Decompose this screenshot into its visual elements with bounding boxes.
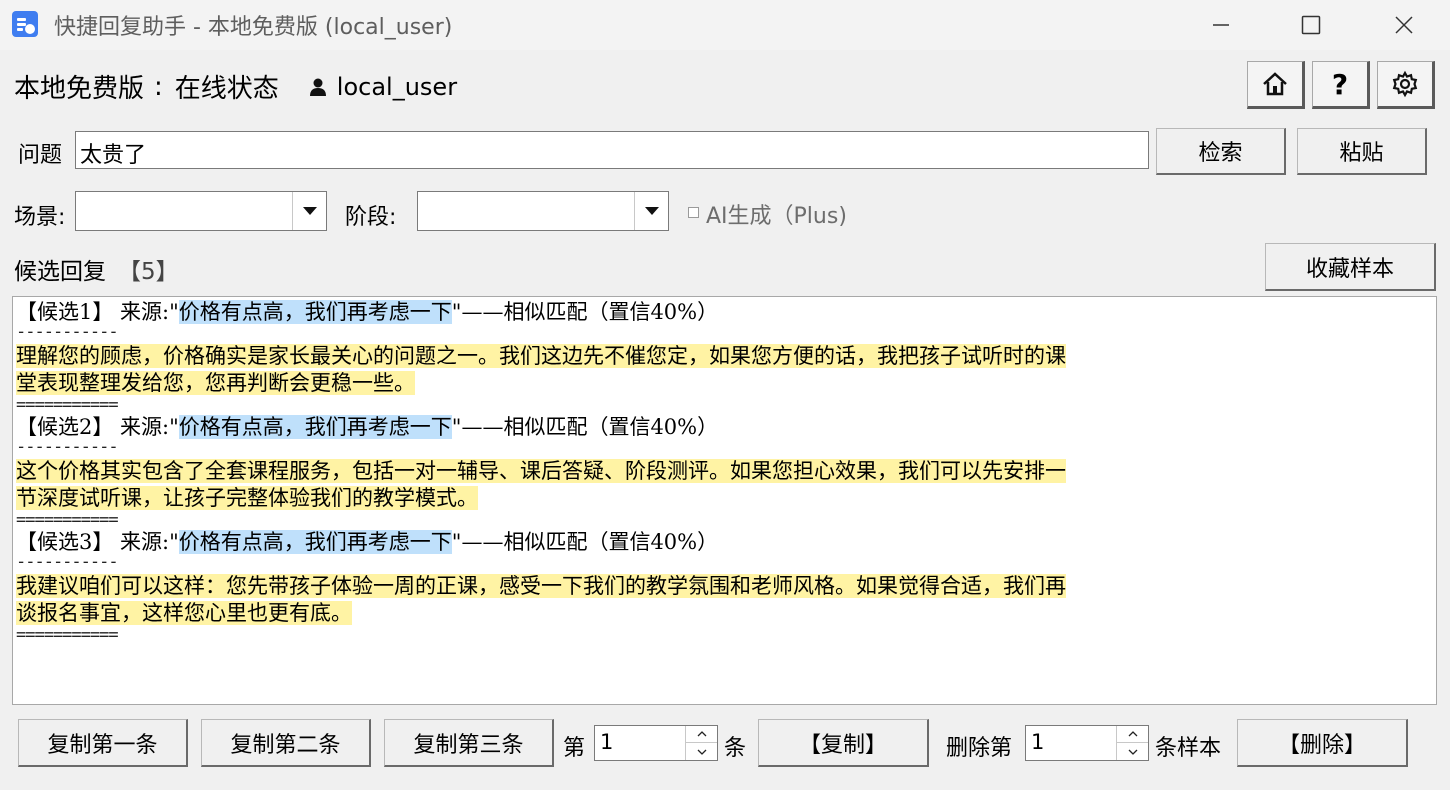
minimize-button[interactable] bbox=[1175, 0, 1267, 50]
username: local_user bbox=[336, 72, 458, 101]
chevron-up-icon[interactable] bbox=[686, 726, 717, 743]
stepper-controls[interactable] bbox=[1116, 726, 1148, 760]
delete-index-stepper[interactable]: 1 bbox=[1025, 725, 1149, 761]
candidate-body: 谈报名事宜，这样您心里也更有底。 bbox=[16, 601, 352, 625]
separator-line: =========== bbox=[16, 395, 119, 415]
copy-second-button[interactable]: 复制第二条 bbox=[201, 719, 371, 767]
question-input[interactable]: 太贵了 bbox=[75, 131, 1149, 169]
separator-line: =========== bbox=[16, 625, 119, 645]
source-highlight: 价格有点高，我们再考虑一下 bbox=[178, 530, 452, 554]
home-button[interactable] bbox=[1247, 61, 1305, 109]
gear-icon bbox=[1392, 70, 1418, 98]
candidates-count: 【5】 bbox=[118, 259, 179, 285]
separator-line: ----------- bbox=[16, 437, 119, 457]
question-label: 问题 bbox=[18, 143, 63, 168]
maximize-button[interactable] bbox=[1265, 0, 1357, 50]
online-status: 在线状态 bbox=[174, 74, 279, 104]
stage-select[interactable] bbox=[417, 191, 669, 231]
help-icon: ? bbox=[1331, 67, 1349, 101]
stage-label: 阶段: bbox=[345, 205, 397, 230]
source-highlight: 价格有点高，我们再考虑一下 bbox=[178, 300, 452, 324]
ai-generate-checkbox[interactable] bbox=[688, 207, 699, 218]
edition-label: 本地免费版 bbox=[14, 74, 145, 104]
scene-select[interactable] bbox=[75, 191, 327, 231]
app-icon bbox=[12, 11, 38, 37]
minimize-icon bbox=[1213, 24, 1229, 26]
ai-generate-label: AI生成（Plus) bbox=[706, 204, 847, 229]
delete-index-value: 1 bbox=[1031, 730, 1045, 754]
delete-suffix-label: 条样本 bbox=[1155, 736, 1222, 761]
chevron-down-icon[interactable] bbox=[292, 192, 326, 230]
search-button[interactable]: 检索 bbox=[1156, 128, 1286, 175]
delete-button[interactable]: 【删除】 bbox=[1237, 719, 1408, 767]
separator-line: =========== bbox=[16, 510, 119, 530]
home-icon bbox=[1263, 72, 1287, 96]
candidate-body: 理解您的顾虑，价格确实是家长最关心的问题之一。我们这边先不催您定，如果您方便的话… bbox=[16, 344, 1066, 368]
candidate-header: 【候选1】 来源:"价格有点高，我们再考虑一下"——相似匹配（置信40%） bbox=[16, 300, 719, 324]
paste-button[interactable]: 粘贴 bbox=[1297, 128, 1427, 175]
copy-first-button[interactable]: 复制第一条 bbox=[18, 719, 188, 767]
title-bar[interactable]: 快捷回复助手 - 本地免费版 (local_user) bbox=[0, 0, 1450, 50]
source-highlight: 价格有点高，我们再考虑一下 bbox=[178, 415, 452, 439]
stepper-controls[interactable] bbox=[685, 726, 717, 760]
copy-index-value: 1 bbox=[600, 730, 614, 754]
chevron-down-icon[interactable] bbox=[634, 192, 668, 230]
candidates-title: 候选回复 bbox=[14, 259, 106, 285]
delete-prefix-label: 删除第 bbox=[946, 736, 1013, 761]
candidate-header: 【候选2】 来源:"价格有点高，我们再考虑一下"——相似匹配（置信40%） bbox=[16, 415, 719, 439]
scene-label: 场景: bbox=[14, 205, 66, 230]
close-icon bbox=[1395, 16, 1413, 34]
window-title: 快捷回复助手 - 本地免费版 (local_user) bbox=[54, 15, 453, 40]
copy-button[interactable]: 【复制】 bbox=[758, 719, 929, 767]
chevron-down-icon[interactable] bbox=[686, 743, 717, 760]
candidate-body: 节深度试听课，让孩子完整体验我们的教学模式。 bbox=[16, 486, 478, 510]
separator-line: ----------- bbox=[16, 552, 119, 572]
nth-prefix-label: 第 bbox=[563, 736, 586, 761]
candidate-replies-text[interactable]: 【候选1】 来源:"价格有点高，我们再考虑一下"——相似匹配（置信40%） --… bbox=[12, 296, 1437, 705]
header-separator: : bbox=[154, 71, 163, 102]
close-button[interactable] bbox=[1358, 0, 1450, 50]
maximize-icon bbox=[1301, 15, 1321, 35]
status-header: 本地免费版 : 在线状态 local_user bbox=[14, 68, 457, 105]
chevron-down-icon[interactable] bbox=[1117, 743, 1148, 760]
user-icon bbox=[309, 78, 326, 96]
nth-suffix-label: 条 bbox=[724, 736, 747, 761]
candidate-body: 堂表现整理发给您，您再判断会更稳一些。 bbox=[16, 371, 415, 395]
copy-third-button[interactable]: 复制第三条 bbox=[384, 719, 554, 767]
settings-button[interactable] bbox=[1377, 61, 1435, 109]
help-button[interactable]: ? bbox=[1312, 61, 1370, 109]
copy-index-stepper[interactable]: 1 bbox=[594, 725, 718, 761]
separator-line: ----------- bbox=[16, 322, 119, 342]
chevron-up-icon[interactable] bbox=[1117, 726, 1148, 743]
candidate-body: 这个价格其实包含了全套课程服务，包括一对一辅导、课后答疑、阶段测评。如果您担心效… bbox=[16, 459, 1066, 483]
candidate-header: 【候选3】 来源:"价格有点高，我们再考虑一下"——相似匹配（置信40%） bbox=[16, 530, 719, 554]
candidate-body: 我建议咱们可以这样：您先带孩子体验一周的正课，感受一下我们的教学氛围和老师风格。… bbox=[16, 574, 1066, 598]
candidates-heading: 候选回复 【5】 bbox=[14, 252, 179, 286]
favorite-sample-button[interactable]: 收藏样本 bbox=[1265, 243, 1436, 291]
